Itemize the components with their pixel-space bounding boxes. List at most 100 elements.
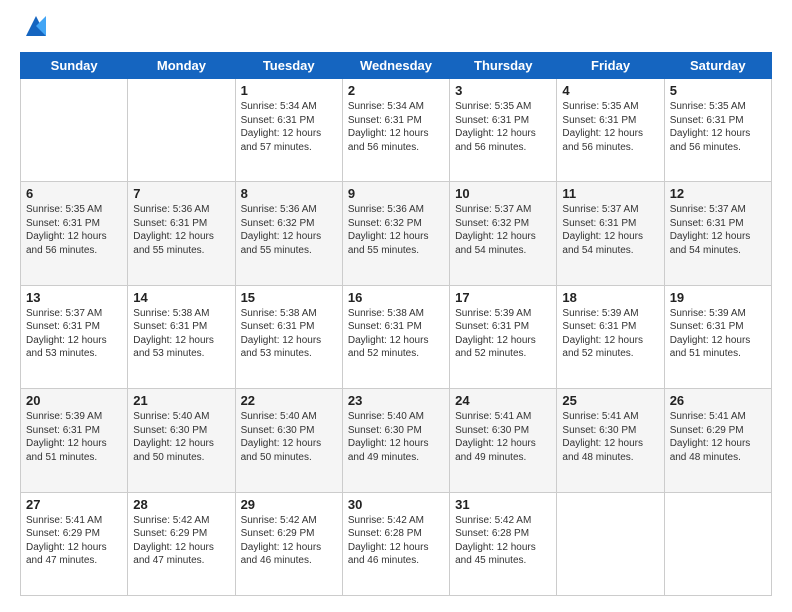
calendar-week-row: 1Sunrise: 5:34 AMSunset: 6:31 PMDaylight…: [21, 79, 772, 182]
cell-info: Sunrise: 5:41 AMSunset: 6:30 PMDaylight:…: [562, 410, 658, 464]
cell-info: Sunrise: 5:39 AMSunset: 6:31 PMDaylight:…: [455, 307, 551, 361]
weekday-header-monday: Monday: [128, 53, 235, 79]
cell-info: Sunrise: 5:42 AMSunset: 6:29 PMDaylight:…: [241, 514, 337, 568]
cell-info: Sunrise: 5:41 AMSunset: 6:29 PMDaylight:…: [670, 410, 766, 464]
sunrise-text: Sunrise: 5:37 AM: [455, 204, 531, 215]
day-number: 15: [241, 290, 337, 305]
sunrise-text: Sunrise: 5:36 AM: [241, 204, 317, 215]
day-number: 18: [562, 290, 658, 305]
daylight-text: Daylight: 12 hours and 56 minutes.: [670, 128, 751, 153]
calendar-week-row: 13Sunrise: 5:37 AMSunset: 6:31 PMDayligh…: [21, 285, 772, 388]
sunset-text: Sunset: 6:31 PM: [670, 321, 744, 332]
sunset-text: Sunset: 6:31 PM: [670, 115, 744, 126]
sunset-text: Sunset: 6:30 PM: [348, 425, 422, 436]
calendar-cell: 29Sunrise: 5:42 AMSunset: 6:29 PMDayligh…: [235, 492, 342, 595]
daylight-text: Daylight: 12 hours and 55 minutes.: [241, 231, 322, 256]
day-number: 27: [26, 497, 122, 512]
day-number: 5: [670, 83, 766, 98]
sunset-text: Sunset: 6:31 PM: [670, 218, 744, 229]
cell-info: Sunrise: 5:37 AMSunset: 6:31 PMDaylight:…: [26, 307, 122, 361]
sunrise-text: Sunrise: 5:42 AM: [455, 515, 531, 526]
calendar-cell: 15 Sunrise: 5:38 AMSunset: 6:31 PMDayligh…: [235, 285, 342, 388]
sunset-text: Sunset: 6:30 PM: [241, 425, 315, 436]
daylight-text: Daylight: 12 hours and 54 minutes.: [670, 231, 751, 256]
cell-info: Sunrise: 5:41 AMSunset: 6:29 PMDaylight:…: [26, 514, 122, 568]
sunset-text: Sunset: 6:29 PM: [26, 528, 100, 539]
cell-info: Sunrise: 5:39 AMSunset: 6:31 PMDaylight:…: [562, 307, 658, 361]
day-number: 23: [348, 393, 444, 408]
sunrise-text: Sunrise: 5:37 AM: [562, 204, 638, 215]
sunset-text: Sunset: 6:30 PM: [455, 425, 529, 436]
daylight-text: Daylight: 12 hours and 45 minutes.: [455, 542, 536, 567]
day-number: 11: [562, 186, 658, 201]
calendar-cell: 18 Sunrise: 5:39 AMSunset: 6:31 PMDayligh…: [557, 285, 664, 388]
calendar-table: SundayMondayTuesdayWednesdayThursdayFrid…: [20, 52, 772, 596]
sunset-text: Sunset: 6:31 PM: [26, 425, 100, 436]
sunrise-text: Sunrise: 5:38 AM: [348, 308, 424, 319]
calendar-cell: 24Sunrise: 5:41 AMSunset: 6:30 PMDayligh…: [450, 389, 557, 492]
sunset-text: Sunset: 6:31 PM: [348, 115, 422, 126]
sunset-text: Sunset: 6:31 PM: [26, 218, 100, 229]
cell-info: Sunrise: 5:35 AM Sunset: 6:31 PM Daylight:…: [455, 100, 551, 154]
calendar-cell: 21Sunrise: 5:40 AMSunset: 6:30 PMDayligh…: [128, 389, 235, 492]
calendar-cell: 11Sunrise: 5:37 AMSunset: 6:31 PMDayligh…: [557, 182, 664, 285]
sunset-text: Sunset: 6:29 PM: [670, 425, 744, 436]
calendar-cell: 10Sunrise: 5:37 AMSunset: 6:32 PMDayligh…: [450, 182, 557, 285]
daylight-text: Daylight: 12 hours and 57 minutes.: [241, 128, 322, 153]
sunrise-text: Sunrise: 5:41 AM: [455, 411, 531, 422]
sunrise-text: Sunrise: 5:39 AM: [562, 308, 638, 319]
calendar-week-row: 20Sunrise: 5:39 AMSunset: 6:31 PMDayligh…: [21, 389, 772, 492]
sunset-text: Sunset: 6:31 PM: [455, 115, 529, 126]
sunrise-text: Sunrise: 5:38 AM: [241, 308, 317, 319]
calendar-cell: 22Sunrise: 5:40 AMSunset: 6:30 PMDayligh…: [235, 389, 342, 492]
cell-info: Sunrise: 5:41 AMSunset: 6:30 PMDaylight:…: [455, 410, 551, 464]
calendar-cell: 31Sunrise: 5:42 AMSunset: 6:28 PMDayligh…: [450, 492, 557, 595]
sunset-text: Sunset: 6:31 PM: [133, 218, 207, 229]
calendar-cell: 26 Sunrise: 5:41 AMSunset: 6:29 PMDayligh…: [664, 389, 771, 492]
sunrise-text: Sunrise: 5:35 AM: [455, 101, 531, 112]
weekday-header-thursday: Thursday: [450, 53, 557, 79]
sunset-text: Sunset: 6:29 PM: [133, 528, 207, 539]
cell-info: Sunrise: 5:38 AMSunset: 6:31 PMDaylight:…: [241, 307, 337, 361]
daylight-text: Daylight: 12 hours and 46 minutes.: [348, 542, 429, 567]
sunrise-text: Sunrise: 5:40 AM: [241, 411, 317, 422]
calendar-cell: [557, 492, 664, 595]
calendar-cell: 19Sunrise: 5:39 AMSunset: 6:31 PMDayligh…: [664, 285, 771, 388]
sunrise-text: Sunrise: 5:42 AM: [241, 515, 317, 526]
daylight-text: Daylight: 12 hours and 48 minutes.: [562, 438, 643, 463]
sunrise-text: Sunrise: 5:36 AM: [133, 204, 209, 215]
cell-info: Sunrise: 5:39 AMSunset: 6:31 PMDaylight:…: [26, 410, 122, 464]
day-number: 10: [455, 186, 551, 201]
sunset-text: Sunset: 6:30 PM: [133, 425, 207, 436]
day-number: 12: [670, 186, 766, 201]
weekday-header-row: SundayMondayTuesdayWednesdayThursdayFrid…: [21, 53, 772, 79]
daylight-text: Daylight: 12 hours and 46 minutes.: [241, 542, 322, 567]
daylight-text: Daylight: 12 hours and 55 minutes.: [348, 231, 429, 256]
sunset-text: Sunset: 6:32 PM: [455, 218, 529, 229]
calendar-cell: 23Sunrise: 5:40 AMSunset: 6:30 PMDayligh…: [342, 389, 449, 492]
daylight-text: Daylight: 12 hours and 51 minutes.: [670, 335, 751, 360]
sunrise-text: Sunrise: 5:39 AM: [455, 308, 531, 319]
cell-info: Sunrise: 5:37 AMSunset: 6:31 PMDaylight:…: [670, 203, 766, 257]
day-number: 14: [133, 290, 229, 305]
day-number: 19: [670, 290, 766, 305]
sunrise-text: Sunrise: 5:41 AM: [562, 411, 638, 422]
sunrise-text: Sunrise: 5:35 AM: [562, 101, 638, 112]
daylight-text: Daylight: 12 hours and 56 minutes.: [455, 128, 536, 153]
calendar-week-row: 6Sunrise: 5:35 AMSunset: 6:31 PMDaylight…: [21, 182, 772, 285]
day-number: 16: [348, 290, 444, 305]
sunset-text: Sunset: 6:31 PM: [562, 115, 636, 126]
day-number: 30: [348, 497, 444, 512]
day-number: 22: [241, 393, 337, 408]
calendar-cell: 1Sunrise: 5:34 AMSunset: 6:31 PMDaylight…: [235, 79, 342, 182]
sunset-text: Sunset: 6:28 PM: [455, 528, 529, 539]
daylight-text: Daylight: 12 hours and 55 minutes.: [133, 231, 214, 256]
sunrise-text: Sunrise: 5:42 AM: [348, 515, 424, 526]
day-number: 7: [133, 186, 229, 201]
calendar-cell: 3Sunrise: 5:35 AMSunset: 6:31 PMDaylight…: [450, 79, 557, 182]
sunrise-text: Sunrise: 5:39 AM: [26, 411, 102, 422]
cell-info: Sunrise: 5:36 AM Sunset: 6:31 PM Daylight:…: [133, 203, 229, 257]
calendar-cell: 2Sunrise: 5:34 AMSunset: 6:31 PMDaylight…: [342, 79, 449, 182]
day-number: 26: [670, 393, 766, 408]
sunrise-text: Sunrise: 5:38 AM: [133, 308, 209, 319]
